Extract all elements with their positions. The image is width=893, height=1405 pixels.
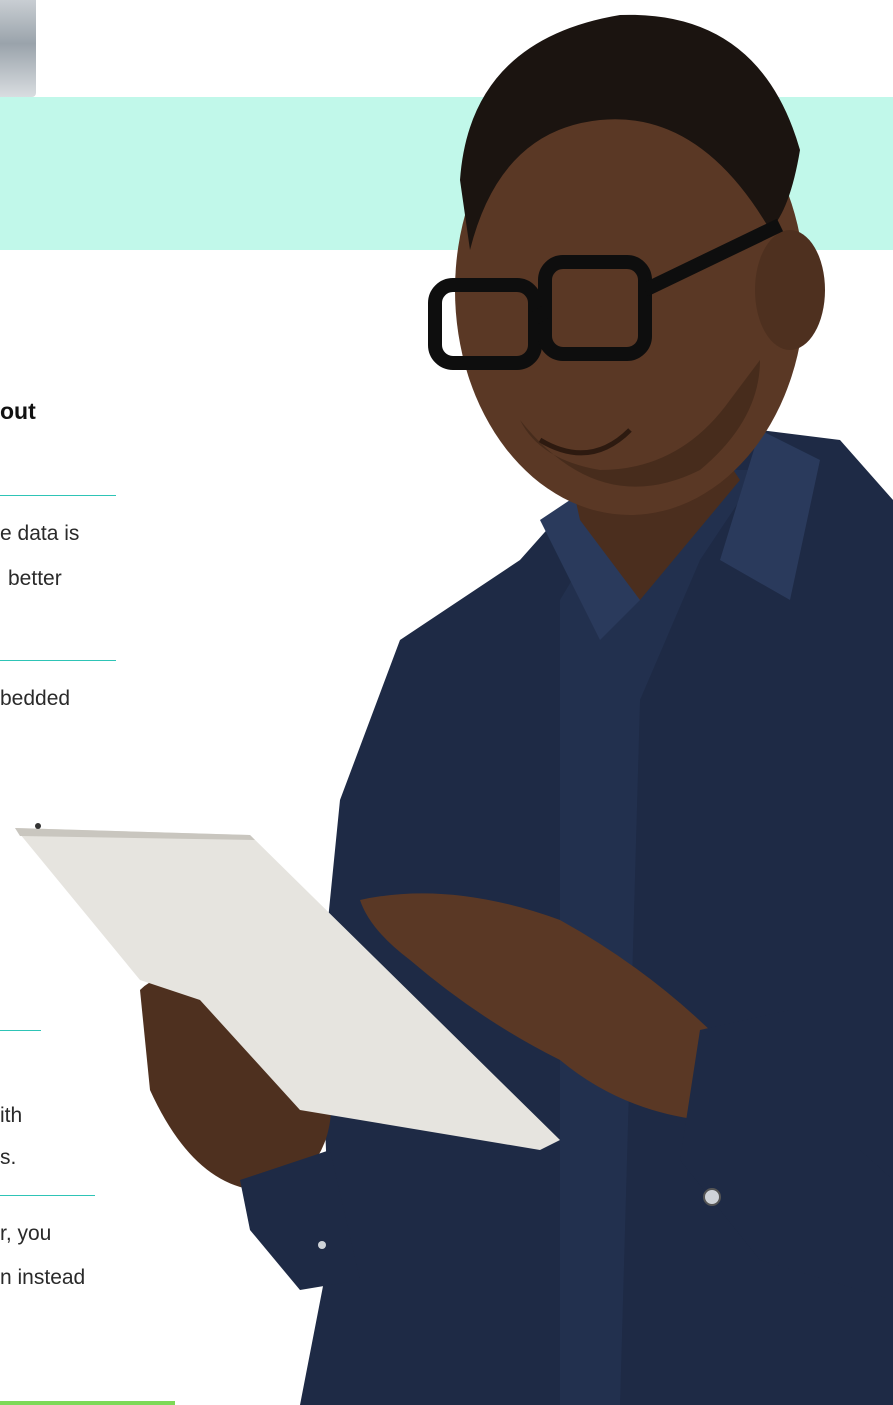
shirt-shape (300, 430, 893, 1405)
paragraph-text: r, you (0, 1222, 52, 1245)
paragraph-text: better (8, 567, 62, 590)
left-hand-shape (140, 972, 332, 1191)
divider (0, 495, 116, 496)
divider (0, 660, 116, 661)
paragraph-text: s. (0, 1146, 17, 1169)
accent-bar (0, 1401, 175, 1405)
tablet-shape (15, 828, 560, 1150)
paragraph-text: ith (0, 1104, 23, 1127)
mint-banner (0, 97, 893, 250)
divider (0, 1195, 95, 1196)
paragraph-text: e data is (0, 522, 80, 545)
paragraph-text: bedded (0, 687, 71, 710)
section-heading: out (0, 398, 36, 424)
divider (0, 1030, 41, 1031)
right-hand-shape (360, 893, 720, 1120)
paragraph-text: n instead (0, 1266, 86, 1289)
thumbnail-image (0, 0, 36, 97)
